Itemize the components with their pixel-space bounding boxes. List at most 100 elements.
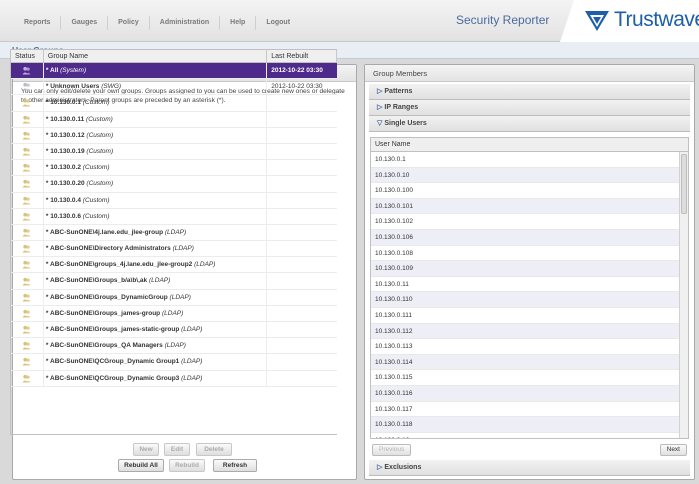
- nav-logout[interactable]: Logout: [256, 14, 300, 31]
- users-pager: Previous Next: [370, 443, 689, 458]
- list-item[interactable]: 10.130.0.117: [371, 402, 688, 418]
- group-status-icon: [22, 196, 32, 205]
- table-row[interactable]: * Unknown Users (SWG) 2012-10-22 03:30: [11, 79, 337, 96]
- list-item[interactable]: 10.130.0.118: [371, 417, 688, 433]
- table-row[interactable]: * ABC-SunONE\4j.lane.edu_jlee-group (LDA…: [11, 224, 337, 242]
- list-item[interactable]: 10.130.0.106: [371, 229, 688, 246]
- group-name: * ABC-SunONE\Groups_james-group: [45, 309, 161, 317]
- list-item[interactable]: 10.130.0.1: [371, 152, 688, 168]
- table-row[interactable]: * ABC-SunONE\Groups_DynamicGroup (LDAP): [11, 289, 337, 306]
- group-members-panel: Group Members ▷ Patterns ▷ IP Ranges ▽ Sing…: [364, 64, 695, 480]
- list-item[interactable]: 10.130.0.115: [371, 370, 688, 386]
- users-scrollbar[interactable]: [679, 152, 688, 438]
- group-type-tag: (Custom): [82, 99, 110, 107]
- column-last-rebuilt[interactable]: Last Rebuilt: [267, 50, 337, 62]
- single-users-list: 10.130.0.1 10.130.0.10 10.130.0.100 10.130.…: [371, 152, 688, 438]
- table-row[interactable]: * 10.130.0.19 (Custom): [11, 143, 337, 161]
- status-cell: [11, 63, 44, 79]
- table-row[interactable]: * ABC-SunONE\Groups_b/a\b\,ak (LDAP): [11, 273, 337, 290]
- group-name-cell: * ABC-SunONE\Groups_james-group (LDAP): [44, 305, 268, 321]
- table-row[interactable]: * ABC-SunONE\Groups_james-static-group (…: [11, 322, 337, 339]
- refresh-button[interactable]: Refresh: [213, 459, 257, 472]
- last-rebuilt-cell: [267, 144, 337, 159]
- column-group-name[interactable]: Group Name: [44, 50, 268, 62]
- new-button[interactable]: New: [133, 443, 159, 456]
- table-row[interactable]: * ABC-SunONE\Directory Administrators (L…: [11, 241, 337, 258]
- rebuild-button[interactable]: Rebuild: [169, 459, 205, 472]
- column-user-name[interactable]: User Name: [371, 138, 688, 152]
- main-nav: Reports Gauges Policy Administration Hel…: [14, 14, 300, 31]
- nav-reports[interactable]: Reports: [14, 14, 60, 31]
- group-name: * 10.130.0.20: [45, 180, 85, 188]
- status-cell: [11, 241, 44, 257]
- list-item[interactable]: 10.130.0.114: [371, 354, 688, 371]
- table-row[interactable]: * 10.130.0.2 (Custom): [11, 160, 337, 177]
- scrollbar-thumb[interactable]: [681, 154, 687, 214]
- table-row[interactable]: * 10.130.0.4 (Custom): [11, 192, 337, 209]
- group-name-cell: * 10.130.0.19 (Custom): [44, 143, 268, 160]
- table-row[interactable]: * ABC-SunONE\QCGroup_Dynamic Group3 (LDA…: [11, 370, 337, 387]
- nav-administration[interactable]: Administration: [150, 14, 219, 31]
- table-row[interactable]: * All (System) 2012-10-22 03:30: [11, 63, 337, 80]
- group-status-icon: [22, 245, 32, 253]
- section-patterns[interactable]: ▷ Patterns: [369, 84, 690, 100]
- nav-policy[interactable]: Policy: [108, 14, 149, 31]
- group-name: * 10.130.0.6: [45, 212, 81, 220]
- table-row[interactable]: * ABC-SunONE\groups_4j.lane.edu_jlee-gro…: [11, 257, 337, 274]
- group-name-cell: * 10.130.0.4 (Custom): [44, 192, 268, 208]
- rebuild-all-button[interactable]: Rebuild All: [118, 459, 164, 472]
- last-rebuilt-cell: 2012-10-22 03:30: [271, 83, 323, 91]
- group-type-tag: (Custom): [82, 164, 110, 172]
- column-status[interactable]: Status: [11, 50, 44, 62]
- group-type-tag: (LDAP): [172, 245, 194, 253]
- list-item[interactable]: 10.130.0.112: [371, 323, 688, 340]
- group-name-cell: * 10.130.0.12 (Custom): [44, 127, 268, 143]
- table-row[interactable]: * ABC-SunONE\QCGroup_Dynamic Group1 (LDA…: [11, 354, 337, 371]
- list-item[interactable]: 10.130.0.110: [371, 292, 688, 308]
- section-exclusions[interactable]: ▷ Exclusions: [369, 460, 690, 476]
- list-item[interactable]: 10.130.0.11: [371, 277, 688, 293]
- table-row[interactable]: * 10.130.0.6 (Custom): [11, 208, 337, 225]
- table-row[interactable]: * 10.130.0.11 (Custom): [11, 111, 337, 128]
- list-item[interactable]: 10.130.0.116: [371, 385, 688, 402]
- group-name: * Unknown Users: [45, 83, 100, 91]
- status-cell: [11, 176, 44, 192]
- table-row[interactable]: * 10.130.0.12 (Custom): [11, 127, 337, 144]
- table-row[interactable]: * 10.130.0.1 (Custom): [11, 95, 337, 112]
- list-item[interactable]: 10.130.0.10: [371, 167, 688, 184]
- group-name-cell: * 10.130.0.11 (Custom): [44, 111, 268, 127]
- group-type-tag: (LDAP): [181, 326, 203, 333]
- list-item[interactable]: 10.130.0.113: [371, 339, 688, 355]
- list-item[interactable]: 10.130.0.108: [371, 246, 688, 262]
- edit-button[interactable]: Edit: [164, 443, 190, 456]
- section-single-users[interactable]: ▽ Single Users: [369, 116, 690, 132]
- group-name-cell: * ABC-SunONE\Directory Administrators (L…: [44, 241, 268, 257]
- list-item[interactable]: 10.130.0.111: [371, 308, 688, 324]
- status-cell: [11, 224, 44, 241]
- list-item[interactable]: 10.130.0.101: [371, 198, 688, 215]
- group-status-icon: [22, 293, 32, 302]
- section-patterns-label: Patterns: [384, 88, 413, 95]
- delete-button[interactable]: Delete: [196, 443, 232, 456]
- table-row[interactable]: * 10.130.0.20 (Custom): [11, 176, 337, 193]
- previous-button[interactable]: Previous: [372, 444, 412, 456]
- list-item[interactable]: 10.130.0.100: [371, 183, 688, 199]
- list-item[interactable]: 10.130.0.102: [371, 214, 688, 230]
- group-type-tag: (LDAP): [164, 228, 187, 236]
- last-rebuilt-cell: [267, 112, 337, 127]
- group-name-cell: * ABC-SunONE\4j.lane.edu_jlee-group (LDA…: [44, 224, 268, 241]
- top-bar: Reports Gauges Policy Administration Hel…: [0, 0, 699, 42]
- nav-help[interactable]: Help: [220, 14, 255, 31]
- group-type-tag: (Custom): [86, 131, 114, 139]
- nav-gauges[interactable]: Gauges: [61, 14, 107, 31]
- list-item[interactable]: 10.130.0.109: [371, 261, 688, 277]
- group-status-icon: [22, 325, 32, 334]
- table-row[interactable]: * ABC-SunONE\Groups_QA Managers (LDAP): [11, 338, 337, 355]
- last-rebuilt-cell: [267, 257, 337, 272]
- section-ip-ranges[interactable]: ▷ IP Ranges: [369, 100, 690, 116]
- next-button[interactable]: Next: [659, 444, 687, 456]
- group-status-icon: [22, 309, 32, 318]
- status-cell: [11, 338, 44, 354]
- list-item[interactable]: 10.130.0.12: [371, 433, 688, 438]
- table-row[interactable]: * ABC-SunONE\Groups_james-group (LDAP): [11, 305, 337, 322]
